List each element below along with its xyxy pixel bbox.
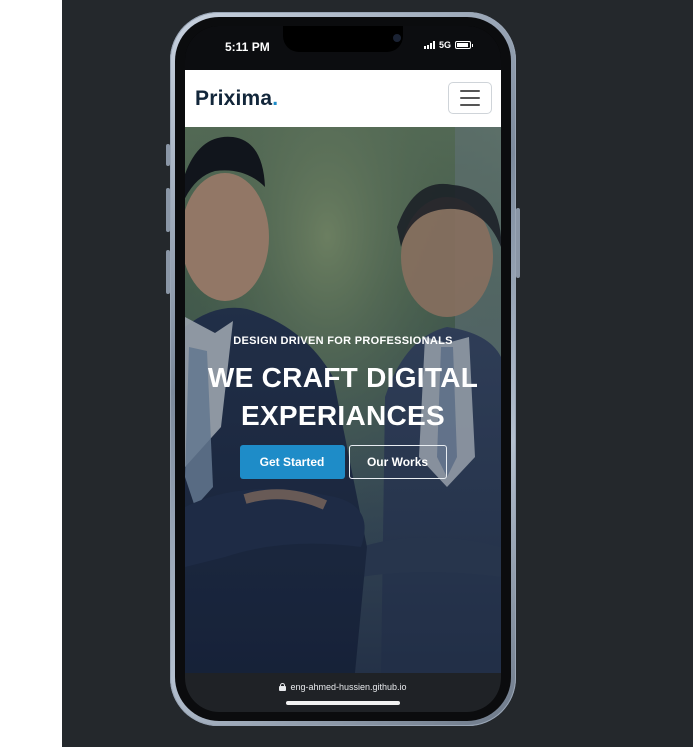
status-bar: 5:11 PM 5G	[185, 26, 501, 70]
lock-icon	[279, 683, 287, 691]
hero-content: DESIGN DRIVEN FOR PROFESSIONALS WE CRAFT…	[185, 335, 501, 479]
status-indicators: 5G	[423, 40, 473, 50]
site-navbar: Prixima.	[185, 70, 501, 127]
phone-screen: 5:11 PM 5G Prixima. DESIGN DRIVEN FOR PR…	[185, 26, 501, 712]
home-indicator[interactable]	[286, 701, 400, 705]
camera-icon	[393, 34, 401, 42]
power-button	[516, 208, 520, 278]
logo-dot: .	[272, 87, 279, 110]
hero-section: DESIGN DRIVEN FOR PROFESSIONALS WE CRAFT…	[185, 127, 501, 673]
browser-url-bar[interactable]: eng-ahmed-hussien.github.io	[185, 673, 501, 712]
mute-switch	[166, 144, 170, 166]
volume-down-button	[166, 250, 170, 294]
url-text: eng-ahmed-hussien.github.io	[290, 682, 407, 692]
hamburger-menu-icon[interactable]	[448, 82, 492, 114]
notch	[283, 26, 403, 52]
our-works-button[interactable]: Our Works	[348, 445, 447, 479]
signal-icon	[423, 41, 435, 49]
network-label: 5G	[438, 40, 451, 50]
hero-cta-row: Get Started Our Works	[185, 445, 501, 479]
hero-headline-line1: WE CRAFT DIGITAL	[207, 362, 479, 393]
phone-mockup: 5:11 PM 5G Prixima. DESIGN DRIVEN FOR PR…	[166, 12, 520, 726]
hero-headline: WE CRAFT DIGITAL EXPERIANCES	[185, 359, 501, 435]
hero-headline-line2: EXPERIANCES	[240, 400, 446, 431]
status-time: 5:11 PM	[225, 40, 270, 54]
hero-subtitle: DESIGN DRIVEN FOR PROFESSIONALS	[233, 335, 453, 347]
battery-icon	[455, 41, 473, 49]
site-logo[interactable]: Prixima.	[195, 87, 278, 111]
get-started-button[interactable]: Get Started	[239, 445, 345, 479]
logo-text: Prixima	[195, 87, 273, 110]
battery-level	[457, 43, 468, 47]
volume-up-button	[166, 188, 170, 232]
url-display[interactable]: eng-ahmed-hussien.github.io	[185, 682, 501, 692]
